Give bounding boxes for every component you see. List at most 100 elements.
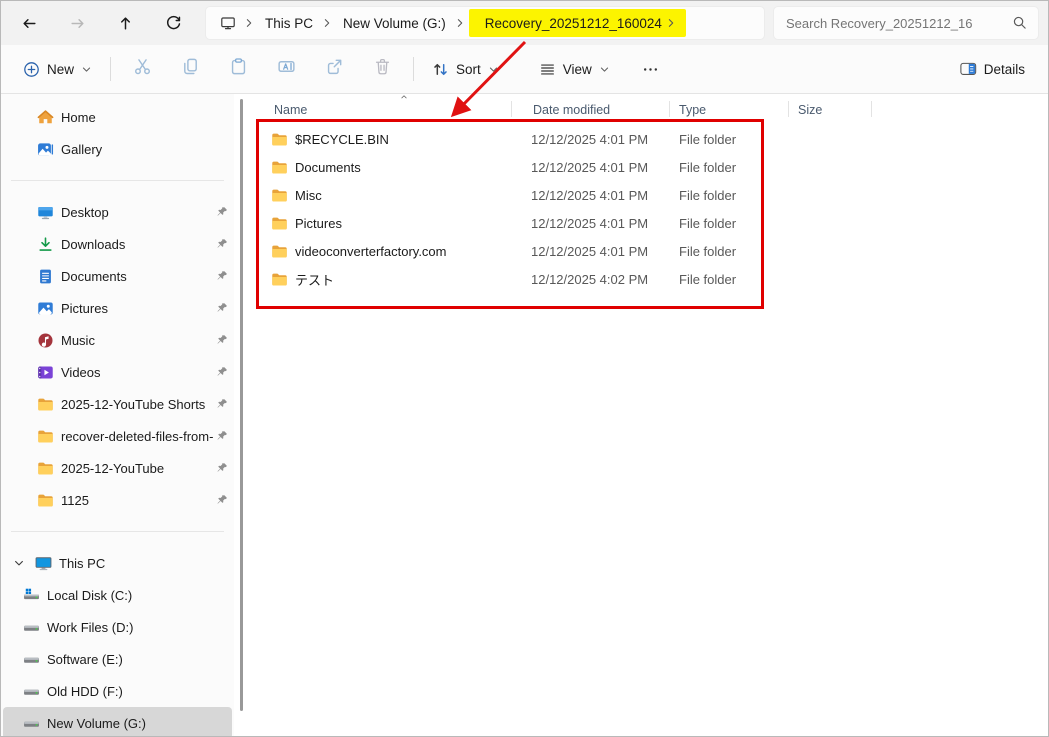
breadcrumb: This PC New Volume (G:) Recovery_20251212_…	[242, 8, 686, 38]
file-name-cell: Pictures	[249, 215, 511, 232]
sidebar-item-home[interactable]: Home	[1, 101, 234, 133]
pin-icon	[216, 462, 228, 474]
file-rows: $RECYCLE.BIN12/12/2025 4:01 PMFile folde…	[249, 125, 1048, 293]
search-box[interactable]	[773, 6, 1039, 40]
sidebar-item-this-pc[interactable]: This PC	[1, 547, 234, 579]
folder-icon	[271, 243, 288, 260]
sidebar-item-videos[interactable]: Videos	[1, 356, 234, 388]
table-row[interactable]: Pictures12/12/2025 4:01 PMFile folder	[249, 209, 1048, 237]
new-button[interactable]: New	[14, 52, 101, 86]
breadcrumb-item[interactable]: Recovery_20251212_160024	[483, 9, 664, 37]
pin-icon	[216, 494, 228, 506]
view-button[interactable]: View	[530, 52, 619, 86]
videos-icon	[37, 364, 54, 381]
sidebar-item-pictures[interactable]: Pictures	[1, 292, 234, 324]
rename-button[interactable]	[264, 52, 308, 86]
folder-icon	[37, 460, 54, 477]
table-row[interactable]: テスト12/12/2025 4:02 PMFile folder	[249, 265, 1048, 293]
toolbar-separator	[413, 57, 414, 81]
chevron-right-icon	[243, 16, 257, 30]
sidebar-item-work-files-d[interactable]: Work Files (D:)	[3, 611, 232, 643]
sidebar-item-recover-deleted-files-from-rec[interactable]: recover-deleted-files-from-rec	[1, 420, 234, 452]
sort-button[interactable]: Sort	[423, 52, 508, 86]
sidebar-item-software-e[interactable]: Software (E:)	[3, 643, 232, 675]
share-button[interactable]	[312, 52, 356, 86]
sidebar-item-label: This PC	[59, 556, 105, 571]
pictures-icon	[37, 300, 54, 317]
search-icon[interactable]	[1012, 15, 1028, 31]
top-navigation-bar: This PC New Volume (G:) Recovery_20251212_…	[1, 1, 1048, 45]
table-row[interactable]: Documents12/12/2025 4:01 PMFile folder	[249, 153, 1048, 181]
trash-icon	[373, 57, 392, 81]
folder-icon	[271, 187, 288, 204]
sidebar-item-old-hdd-f[interactable]: Old HDD (F:)	[3, 675, 232, 707]
chevron-down-icon	[488, 64, 499, 75]
refresh-icon[interactable]	[151, 5, 195, 41]
table-row[interactable]: videoconverterfactory.com12/12/2025 4:01…	[249, 237, 1048, 265]
sidebar-item-downloads[interactable]: Downloads	[1, 228, 234, 260]
computer-icon	[35, 555, 52, 572]
ellipsis-icon	[642, 61, 659, 78]
quick-access-list: Home Gallery	[1, 101, 234, 165]
breadcrumb-highlight: Recovery_20251212_160024	[469, 9, 686, 37]
sidebar-item-2025-12-youtube-shorts[interactable]: 2025-12-YouTube Shorts	[1, 388, 234, 420]
paste-button[interactable]	[216, 52, 260, 86]
column-header-size[interactable]: Size	[788, 94, 871, 125]
sidebar-item-desktop[interactable]: Desktop	[1, 196, 234, 228]
pin-icon	[216, 206, 228, 218]
type-cell: File folder	[669, 188, 788, 203]
up-icon[interactable]	[103, 5, 147, 41]
desktop-icon	[37, 204, 54, 221]
breadcrumb-item[interactable]: New Volume (G:)	[336, 9, 453, 37]
column-header-name[interactable]: Name	[249, 94, 511, 125]
sidebar-item-label: Software (E:)	[47, 652, 123, 667]
sidebar-item-documents[interactable]: Documents	[1, 260, 234, 292]
sidebar-item-label: Home	[61, 110, 96, 125]
more-options-button[interactable]	[633, 52, 668, 86]
file-name-cell: Documents	[249, 159, 511, 176]
drive-icon	[23, 651, 40, 668]
sidebar-divider	[11, 531, 224, 532]
cut-button[interactable]	[120, 52, 164, 86]
breadcrumb-item[interactable]: This PC	[258, 9, 320, 37]
sidebar-item-new-volume-g[interactable]: New Volume (G:)	[3, 707, 232, 736]
column-header-label: Date modified	[533, 103, 610, 117]
chevron-right-icon	[454, 16, 468, 30]
sort-arrows-icon	[432, 61, 449, 78]
sidebar-item-music[interactable]: Music	[1, 324, 234, 356]
sidebar-item-label: Pictures	[61, 301, 108, 316]
type-cell: File folder	[669, 132, 788, 147]
sidebar-item-gallery[interactable]: Gallery	[1, 133, 234, 165]
view-button-label: View	[563, 62, 592, 77]
file-name: Documents	[295, 160, 361, 175]
sidebar-scrollbar[interactable]	[240, 99, 243, 711]
pinned-list: DesktopDownloadsDocuments Pictures MusicVi…	[1, 196, 234, 516]
details-pane-button[interactable]: Details	[951, 52, 1034, 86]
address-bar[interactable]: This PC New Volume (G:) Recovery_20251212_…	[205, 6, 765, 40]
search-input[interactable]	[784, 15, 1006, 32]
back-icon[interactable]	[7, 5, 51, 41]
column-header-date-modified[interactable]: Date modified	[511, 94, 669, 125]
sidebar-item-label: recover-deleted-files-from-rec	[61, 429, 213, 444]
folder-icon	[37, 396, 54, 413]
sidebar-item-local-disk-c[interactable]: Local Disk (C:)	[3, 579, 232, 611]
type-cell: File folder	[669, 244, 788, 259]
sidebar-item-label: Old HDD (F:)	[47, 684, 123, 699]
sidebar-item-2025-12-youtube[interactable]: 2025-12-YouTube	[1, 452, 234, 484]
table-row[interactable]: Misc12/12/2025 4:01 PMFile folder	[249, 181, 1048, 209]
forward-icon	[55, 5, 99, 41]
plus-circle-icon	[23, 61, 40, 78]
command-toolbar: New Sort View Details	[1, 45, 1048, 94]
drive-icon	[23, 683, 40, 700]
sidebar-item-1125[interactable]: 1125	[1, 484, 234, 516]
delete-button[interactable]	[360, 52, 404, 86]
column-header-row: Name Date modified TypeSize	[249, 94, 1048, 125]
chevron-expanded-icon[interactable]	[13, 556, 27, 570]
pin-icon	[216, 398, 228, 410]
sort-button-label: Sort	[456, 62, 481, 77]
paste-icon	[229, 57, 248, 81]
downloads-icon	[37, 236, 54, 253]
table-row[interactable]: $RECYCLE.BIN12/12/2025 4:01 PMFile folde…	[249, 125, 1048, 153]
column-header-type[interactable]: Type	[669, 94, 788, 125]
copy-button[interactable]	[168, 52, 212, 86]
